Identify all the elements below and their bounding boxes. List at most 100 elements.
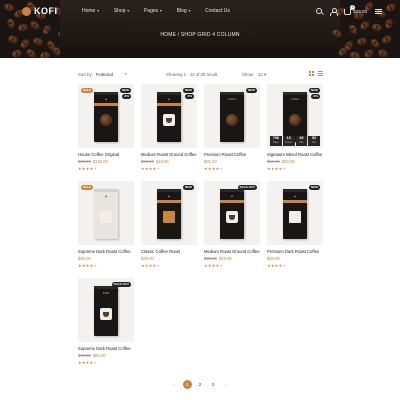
cart-button[interactable]: 0 $29.00 xyxy=(344,5,367,15)
nav-contact-label: Contact Us xyxy=(205,8,230,14)
coffee-bag-image: ◆ xyxy=(220,189,244,239)
product-title[interactable]: Medium Roast Ground Coffee xyxy=(204,249,274,254)
product-image[interactable]: ◆ SALE xyxy=(78,181,134,245)
nav-contact[interactable]: Contact Us xyxy=(205,8,230,14)
product-image[interactable]: Coffee NEW xyxy=(204,84,260,148)
rating-stars: ★★★★★ xyxy=(78,166,98,171)
sort-label: Sort by: xyxy=(78,72,93,77)
chevron-down-icon: ▼ xyxy=(126,9,130,13)
page-2-button[interactable]: 2 xyxy=(196,380,205,389)
coffee-bag-image: Coffee xyxy=(283,92,307,142)
current-price: $65.00 xyxy=(92,353,106,358)
coffee-bag-image: ◆ xyxy=(283,189,307,239)
product-price: $50.00 xyxy=(267,256,280,261)
rating-stars: ★★★★★ xyxy=(267,263,287,268)
countdown-seconds: 52 Sec xyxy=(308,136,320,146)
product-title[interactable]: Supreme Dark Roast Coffee xyxy=(78,346,148,351)
list-view-icon[interactable] xyxy=(318,71,323,76)
rating-stars: ★★★★★ xyxy=(267,166,287,171)
product-image[interactable]: Coffee NEW -6% 706 Days 13 Hours 45 Min 52 S… xyxy=(267,84,323,148)
new-badge: NEW xyxy=(183,88,194,93)
shop-toolbar: Sort by: Featured ▾ Showing 1 - 12 of 25… xyxy=(78,71,324,79)
sort-select[interactable]: Featured ▾ xyxy=(96,72,127,77)
main-menu: Home▼ Shop▼ Pages▼ Blog▼ Contact Us xyxy=(82,8,244,14)
sort-control: Sort by: Featured ▾ xyxy=(78,72,127,77)
product-image[interactable]: ◆ SOLD OUT xyxy=(204,181,260,245)
rating-stars: ★★★★★ xyxy=(141,263,161,268)
sale-badge: SALE xyxy=(81,88,94,93)
cart-icon: 0 xyxy=(344,5,356,15)
nav-blog[interactable]: Blog▼ xyxy=(177,8,191,14)
sort-value: Featured xyxy=(95,72,114,77)
hamburger-menu-icon[interactable] xyxy=(375,8,382,14)
old-price: $25.00 xyxy=(204,256,217,261)
product-title[interactable]: Supreme Dark Roast Coffee xyxy=(78,249,148,254)
coffee-bean xyxy=(17,22,29,33)
coffee-bean xyxy=(24,47,38,58)
logo[interactable]: KOFI xyxy=(22,6,58,16)
discount-badge: -8% xyxy=(121,94,131,99)
coffee-bean xyxy=(371,22,383,33)
next-page-button[interactable]: › xyxy=(222,380,231,389)
coffee-bag-image: KOFI xyxy=(94,286,118,336)
product-image[interactable]: ◆ NEW xyxy=(267,181,323,245)
coffee-bean xyxy=(377,48,389,58)
countdown-hours: 13 Hours xyxy=(282,136,295,146)
show-count-select[interactable]: 12 ▾ xyxy=(258,72,266,78)
product-title[interactable]: Medium Roast Ground Coffee xyxy=(141,152,211,157)
coffee-bag-image: Coffee xyxy=(220,92,244,142)
pagination: ‹ 1 2 3 › xyxy=(0,380,400,389)
page-1-button[interactable]: 1 xyxy=(182,380,192,389)
nav-pages[interactable]: Pages▼ xyxy=(144,8,163,14)
old-price: $19.00 xyxy=(267,159,280,164)
product-title[interactable]: Classic Coffee Roast xyxy=(141,249,211,254)
new-badge: NEW xyxy=(309,185,320,190)
chevron-down-icon: ▼ xyxy=(159,9,163,13)
nav-shop[interactable]: Shop▼ xyxy=(114,8,130,14)
product-image[interactable]: ◆ SALE NEW -8% xyxy=(78,84,134,148)
current-price: $19.00 xyxy=(218,256,232,261)
product-price: $20.00 $19.00 xyxy=(141,159,169,164)
show-label: Show: xyxy=(242,72,254,77)
product-price: $60.00 xyxy=(78,256,91,261)
current-price: $30.00 xyxy=(281,159,295,164)
product-title[interactable]: Premium Roast Coffee xyxy=(204,152,274,157)
product-price: $28.00 $120.00 xyxy=(78,159,108,164)
coffee-bag-image: ◆ xyxy=(157,92,181,142)
coffee-bean xyxy=(39,51,51,58)
rating-stars: ★★★★★ xyxy=(78,360,98,365)
product-image[interactable]: ◆ NEW -5% xyxy=(141,84,197,148)
product-title[interactable]: Signature Blend Roast Coffee xyxy=(267,152,337,157)
coffee-bag-image: ◆ xyxy=(94,92,118,142)
new-badge: NEW xyxy=(246,88,257,93)
product-title[interactable]: Premium Dark Roast Coffee xyxy=(267,249,337,254)
logo-text: KOFI xyxy=(34,6,58,16)
show-count-value: 12 xyxy=(257,72,263,77)
current-price: $19.00 xyxy=(155,159,169,164)
prev-page-button[interactable]: ‹ xyxy=(170,380,179,389)
breadcrumb[interactable]: HOME / SHOP GRID 4 COLUMN xyxy=(0,32,400,38)
coffee-bean xyxy=(368,37,382,50)
nav-home[interactable]: Home▼ xyxy=(82,8,100,14)
product-title[interactable]: House Coffee Original xyxy=(78,152,148,157)
user-icon[interactable] xyxy=(330,7,339,16)
current-price: $60.00 xyxy=(78,256,91,261)
coffee-bean xyxy=(32,36,44,47)
nav-shop-label: Shop xyxy=(113,8,126,14)
chevron-down-icon: ▼ xyxy=(96,9,100,13)
product-image[interactable]: ◆ NEW xyxy=(141,181,197,245)
product-image[interactable]: KOFI SOLD OUT xyxy=(78,278,134,342)
search-icon[interactable] xyxy=(316,8,323,14)
rating-stars: ★★★★★ xyxy=(204,166,224,171)
current-price: $120.00 xyxy=(92,159,108,164)
page-3-button[interactable]: 3 xyxy=(209,380,218,389)
nav-blog-label: Blog xyxy=(176,8,187,14)
coffee-bean xyxy=(18,37,32,50)
old-price: $20.00 xyxy=(141,159,154,164)
grid-view-icon[interactable] xyxy=(309,71,314,76)
nav-home-label: Home xyxy=(82,8,96,14)
product-price: $25.00 $19.00 xyxy=(204,256,232,261)
discount-badge: -5% xyxy=(184,94,194,99)
coffee-bag-image: ◆ xyxy=(94,189,118,239)
rating-stars: ★★★★★ xyxy=(141,166,161,171)
